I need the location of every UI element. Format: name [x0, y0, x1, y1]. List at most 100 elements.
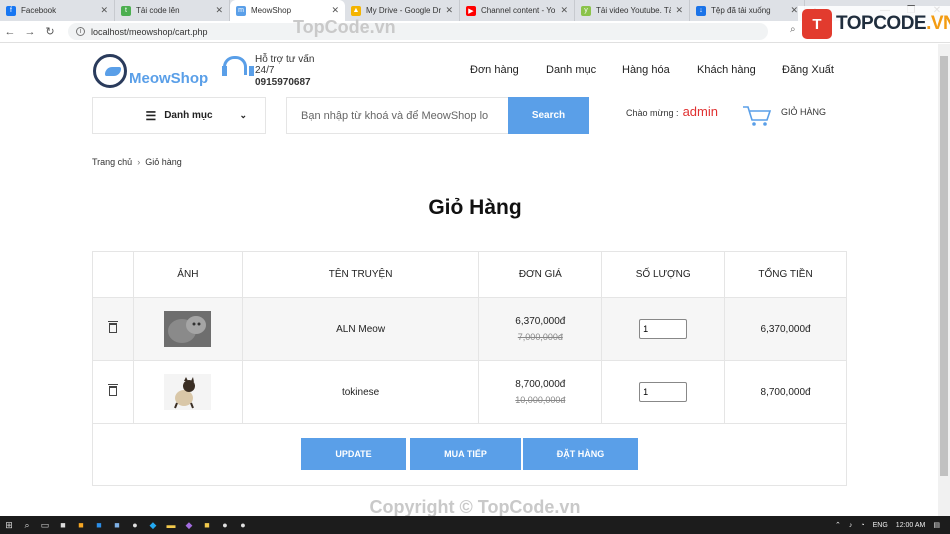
back-icon[interactable]: ← [0, 26, 20, 38]
support-info: Hỗ trợ tư vấn 24/7 0915970687 [221, 54, 314, 88]
cat-logo-icon [93, 54, 127, 88]
forward-icon[interactable]: → [20, 26, 40, 38]
close-icon[interactable]: ✕ [331, 5, 339, 16]
site-logo[interactable]: MeowShop [93, 51, 208, 91]
app-icon[interactable]: ■ [108, 516, 126, 534]
task-view-icon[interactable]: ▭ [36, 516, 54, 534]
product-name: tokinese [241, 360, 480, 424]
chrome-icon[interactable]: ● [216, 516, 234, 534]
welcome-label: Chào mừng : [626, 108, 679, 118]
product-image [164, 374, 212, 410]
shopping-cart-icon[interactable] [742, 104, 772, 128]
app-icon[interactable]: ● [234, 516, 252, 534]
product-image [164, 311, 212, 347]
youtube-icon: ▶ [466, 5, 476, 16]
vertical-scrollbar[interactable] [938, 44, 950, 516]
trash-icon[interactable] [107, 320, 118, 333]
tab-youtube-download[interactable]: y Tải video Youtube. Tả ✕ [575, 0, 690, 21]
notification-icon[interactable]: ▤ [933, 521, 940, 529]
support-hours: 24/7 [255, 65, 275, 76]
app-icon[interactable]: ■ [54, 516, 72, 534]
welcome-message: Chào mừng : admin [626, 104, 718, 119]
row-total: 8,700,000đ [724, 360, 847, 424]
nav-logout[interactable]: Đăng Xuất [782, 64, 834, 76]
close-icon[interactable]: ✕ [100, 5, 108, 16]
download-icon: ↓ [696, 5, 706, 16]
topcode-logo-mark: T [802, 9, 832, 39]
windows-start-icon[interactable]: ⊞ [0, 516, 18, 534]
tab-label: Channel content - Yo [481, 6, 556, 15]
cart-table: ẢNH TÊN TRUYỆN ĐƠN GIÁ SỐ LƯỢNG TỔNG TIỀ… [92, 251, 847, 424]
upload-site-icon: t [121, 5, 131, 16]
original-price: 7,000,000đ [517, 332, 563, 342]
chrome-icon[interactable]: ● [126, 516, 144, 534]
trash-icon[interactable] [107, 383, 118, 396]
tab-label: Tải code lên [136, 6, 180, 15]
clock[interactable]: 12:00 AM [896, 522, 926, 529]
tray-chevron-up-icon[interactable]: ⌃ [835, 521, 841, 529]
app-icon[interactable]: ■ [72, 516, 90, 534]
visual-studio-icon[interactable]: ◆ [180, 516, 198, 534]
site-info-icon[interactable]: i [76, 27, 85, 36]
close-icon[interactable]: ✕ [560, 5, 568, 16]
close-icon[interactable]: ✕ [675, 5, 683, 16]
search-button[interactable]: Search [508, 97, 589, 134]
reload-icon[interactable]: ↻ [40, 25, 60, 38]
breadcrumb: Trang chủ › Giỏ hàng [92, 157, 182, 167]
chevron-right-icon: › [137, 157, 141, 167]
continue-shopping-button[interactable]: MUA TIẾP [410, 438, 521, 470]
nav-categories[interactable]: Danh mục [546, 64, 596, 76]
table-header-row: ẢNH TÊN TRUYỆN ĐƠN GIÁ SỐ LƯỢNG TỔNG TIỀ… [92, 251, 847, 298]
tab-label: Tải video Youtube. Tả [596, 6, 672, 15]
table-row: tokinese 8,700,000đ 10,000,000đ 8,700,00… [92, 360, 847, 424]
close-icon[interactable]: ✕ [215, 5, 223, 16]
google-drive-icon: ▲ [351, 5, 361, 16]
volume-icon[interactable]: ♪ [849, 522, 853, 529]
vscode-icon[interactable]: ◆ [144, 516, 162, 534]
category-dropdown[interactable]: ☰ Danh mục ⌄ [92, 97, 266, 134]
username-link[interactable]: admin [683, 104, 718, 119]
zoom-icon[interactable]: ⌕ [790, 24, 796, 35]
system-tray: ⌃ ♪ ◔ ENG 12:00 AM ▤ [827, 516, 940, 534]
meowshop-icon: m [236, 5, 246, 16]
tab-youtube-channel[interactable]: ▶ Channel content - Yo ✕ [460, 0, 575, 21]
taskbar: ⊞ ⌕ ▭ ■ ■ ■ ■ ● ◆ ▬ ◆ ■ ● ● ⌃ ♪ ◔ ENG 12… [0, 516, 950, 534]
url-text: localhost/meowshop/cart.php [91, 26, 208, 37]
network-icon[interactable]: ◔ [860, 522, 864, 529]
tab-upload-code[interactable]: t Tải code lên ✕ [115, 0, 230, 21]
row-total: 6,370,000đ [724, 297, 847, 361]
quantity-input[interactable] [639, 319, 688, 339]
column-header-price: ĐƠN GIÁ [478, 251, 603, 298]
scrollbar-thumb[interactable] [940, 56, 948, 476]
category-label: Danh mục [164, 110, 213, 121]
place-order-button[interactable]: ĐẶT HÀNG [523, 438, 638, 470]
cart-link[interactable]: GIỎ HÀNG [781, 107, 826, 117]
file-explorer-icon[interactable]: ▬ [162, 516, 180, 534]
tab-downloads[interactable]: ↓ Tệp đã tải xuống ✕ [690, 0, 805, 21]
topcode-logo-domain: .VN [926, 13, 950, 34]
url-field[interactable]: i localhost/meowshop/cart.php [68, 23, 768, 40]
unit-price: 8,700,000đ [515, 379, 566, 390]
topcode-logo-word: TOPCODE [836, 13, 927, 34]
chevron-down-icon: ⌄ [239, 110, 247, 120]
nav-customers[interactable]: Khách hàng [697, 64, 756, 76]
quantity-input[interactable] [639, 382, 688, 402]
download-site-icon: y [581, 5, 591, 16]
language-indicator[interactable]: ENG [873, 522, 888, 529]
search-input[interactable] [286, 97, 508, 134]
nav-orders[interactable]: Đơn hàng [470, 64, 519, 76]
update-button[interactable]: UPDATE [301, 438, 406, 470]
app-icon[interactable]: ■ [198, 516, 216, 534]
copyright-watermark: Copyright © TopCode.vn [369, 497, 581, 517]
close-icon[interactable]: ✕ [445, 5, 453, 16]
headset-icon [221, 56, 254, 78]
column-header-name: TÊN TRUYỆN [241, 251, 480, 298]
table-row: ALN Meow 6,370,000đ 7,000,000đ 6,370,000… [92, 297, 847, 361]
search-icon[interactable]: ⌕ [18, 516, 36, 534]
tab-facebook[interactable]: f Facebook ✕ [0, 0, 115, 21]
app-icon[interactable]: ■ [90, 516, 108, 534]
breadcrumb-home[interactable]: Trang chủ [92, 157, 132, 167]
close-icon[interactable]: ✕ [790, 5, 798, 16]
nav-products[interactable]: Hàng hóa [622, 64, 670, 76]
topcode-logo-text: TOPCODE.VN [836, 13, 950, 35]
